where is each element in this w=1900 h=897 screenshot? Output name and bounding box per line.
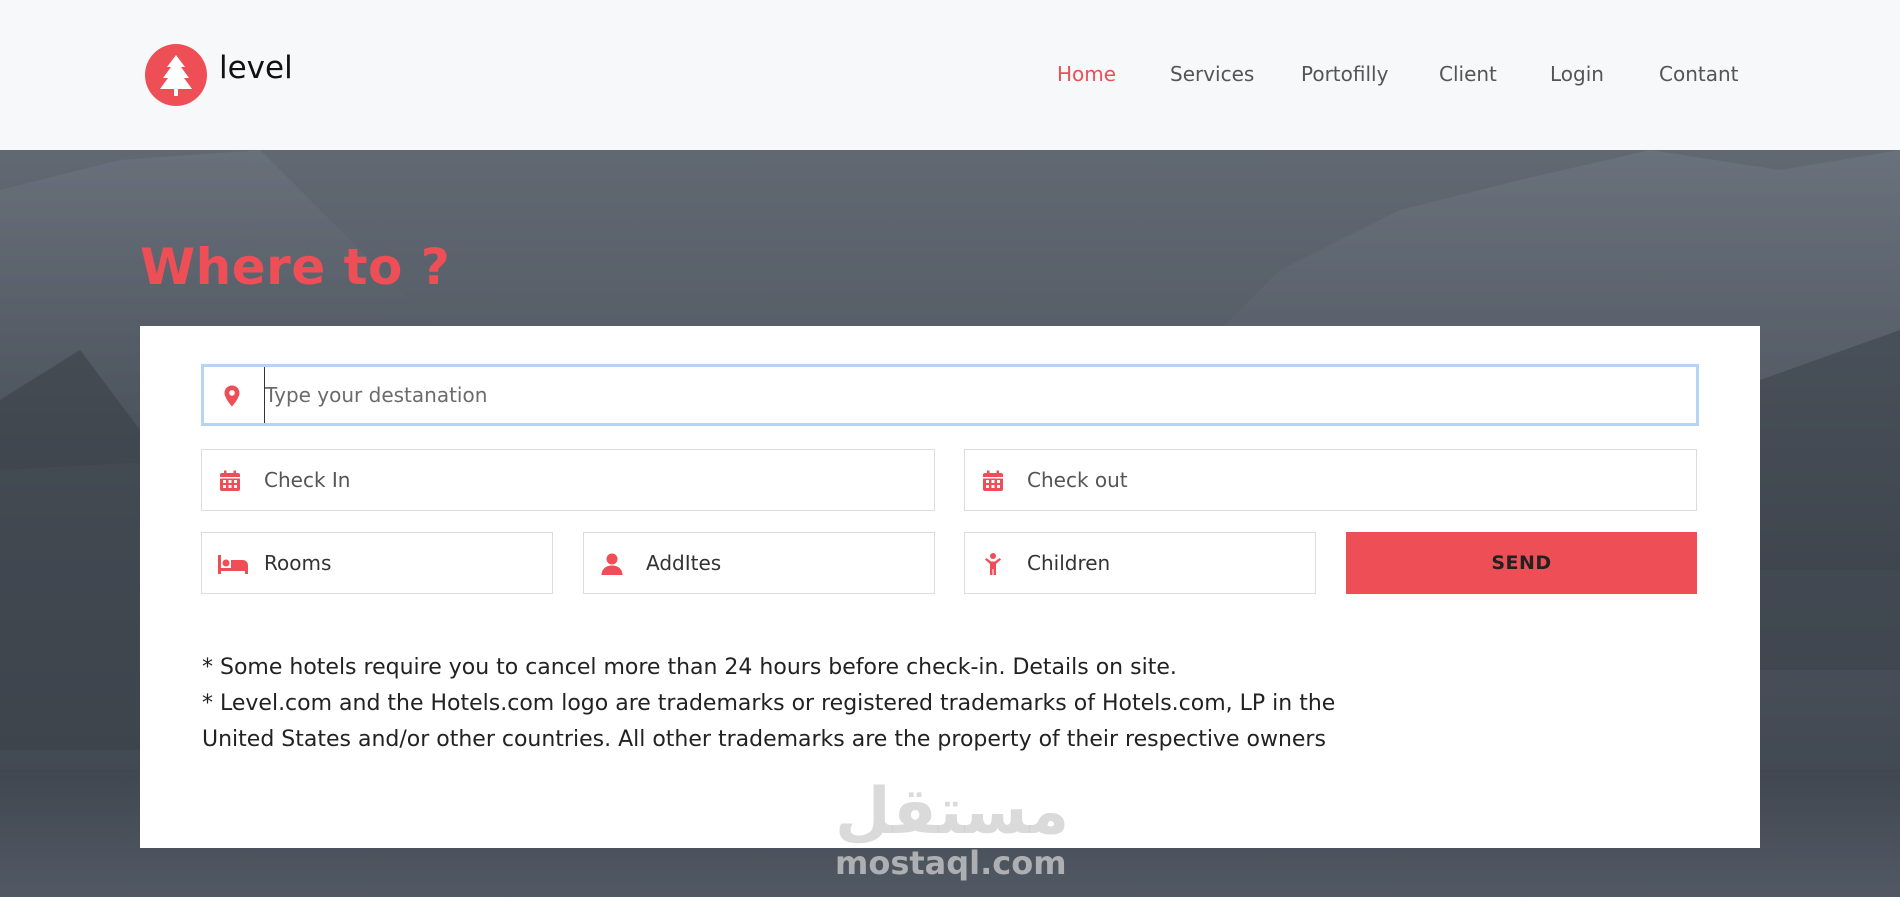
booking-form: Check In Check out Rooms <box>140 326 1760 848</box>
watermark-arabic-text: مستقل <box>835 775 1070 849</box>
calendar-icon <box>220 470 240 491</box>
rooms-field[interactable]: Rooms <box>201 532 553 594</box>
destination-field[interactable] <box>201 364 1699 426</box>
nav-portofilly[interactable]: Portofilly <box>1301 62 1388 86</box>
rooms-label: Rooms <box>264 551 332 575</box>
nav-home[interactable]: Home <box>1057 62 1116 86</box>
bed-icon <box>218 555 248 574</box>
children-field[interactable]: Children <box>964 532 1316 594</box>
nav-services[interactable]: Services <box>1170 62 1254 86</box>
disclaimer-notes: * Some hotels require you to cancel more… <box>202 650 1352 758</box>
nav-client[interactable]: Client <box>1439 62 1497 86</box>
site-header: level Home Services Portofilly Client Lo… <box>0 0 1900 150</box>
children-label: Children <box>1027 551 1111 575</box>
destination-input[interactable] <box>264 367 1665 423</box>
note-cancellation: * Some hotels require you to cancel more… <box>202 655 1177 680</box>
check-out-label: Check out <box>1027 468 1128 492</box>
check-in-field[interactable]: Check In <box>201 449 935 511</box>
main-nav: Home Services Portofilly Client Login Co… <box>0 62 1900 92</box>
adults-field[interactable]: AddItes <box>583 532 935 594</box>
hero-title: Where to ? <box>140 238 451 296</box>
calendar-icon <box>983 470 1003 491</box>
watermark-latin-text: mostaql.com <box>835 844 1067 882</box>
user-icon <box>601 553 623 575</box>
child-icon <box>985 553 1001 575</box>
nav-contant[interactable]: Contant <box>1659 62 1739 86</box>
check-in-label: Check In <box>264 468 351 492</box>
check-out-field[interactable]: Check out <box>964 449 1697 511</box>
nav-login[interactable]: Login <box>1550 62 1604 86</box>
map-pin-icon <box>224 385 240 407</box>
send-button[interactable]: SEND <box>1346 532 1697 594</box>
adults-label: AddItes <box>646 551 722 575</box>
note-trademarks: * Level.com and the Hotels.com logo are … <box>202 691 1336 752</box>
mostaql-watermark: مستقل mostaql.com <box>835 775 1070 882</box>
